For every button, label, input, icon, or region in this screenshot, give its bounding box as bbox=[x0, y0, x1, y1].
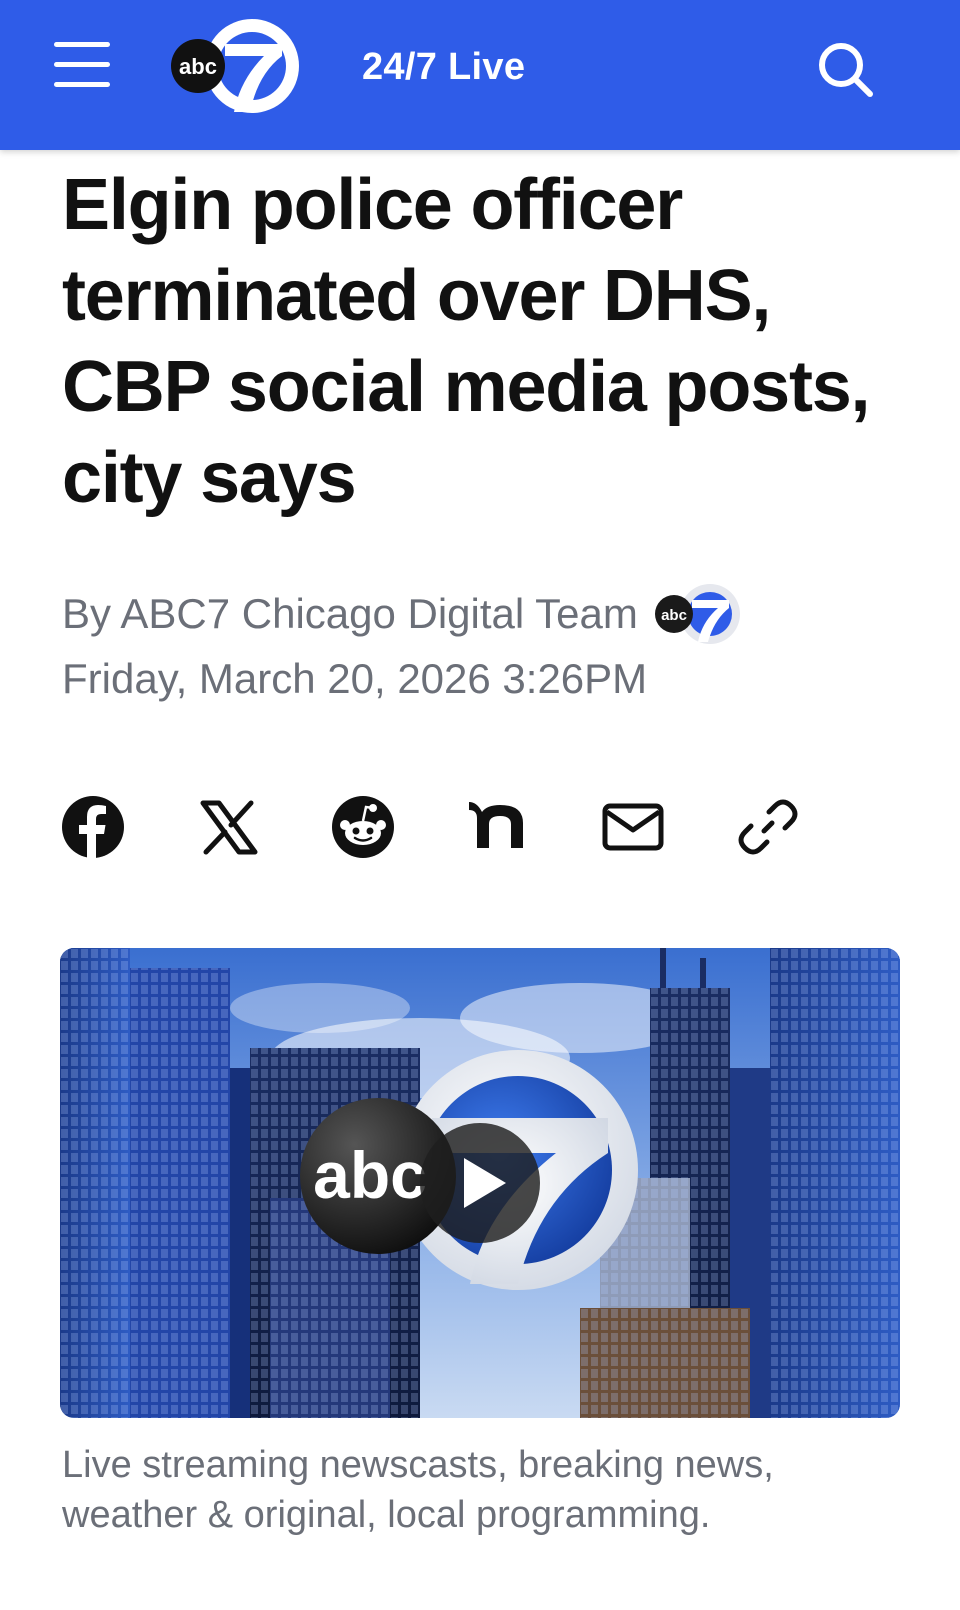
facebook-icon[interactable] bbox=[58, 792, 128, 862]
publish-date: Friday, March 20, 2026 3:26PM bbox=[62, 655, 648, 702]
search-icon[interactable] bbox=[814, 38, 878, 102]
abc7-logo[interactable]: abc bbox=[170, 18, 300, 118]
live-video-player[interactable]: abc bbox=[60, 948, 900, 1418]
byline: By ABC7 Chicago Digital Team abc bbox=[62, 582, 744, 646]
live-stream-link[interactable]: 24/7 Live bbox=[362, 46, 525, 89]
reddit-icon[interactable] bbox=[328, 792, 398, 862]
x-icon[interactable] bbox=[193, 792, 263, 862]
byline-author: By ABC7 Chicago Digital Team bbox=[62, 590, 638, 637]
video-thumbnail: abc bbox=[60, 948, 900, 1418]
video-caption: Live streaming newscasts, breaking news,… bbox=[62, 1444, 774, 1536]
article-headline: Elgin police officer terminated over DHS… bbox=[62, 165, 871, 518]
svg-text:abc: abc bbox=[661, 607, 687, 624]
share-bar bbox=[58, 792, 818, 862]
nextdoor-icon[interactable] bbox=[463, 792, 533, 862]
play-icon[interactable] bbox=[420, 1123, 540, 1243]
video-logo-abc-text: abc bbox=[313, 1138, 427, 1212]
site-header: abc 24/7 Live bbox=[0, 0, 960, 150]
logo-abc-text: abc bbox=[179, 54, 217, 79]
author-avatar-logo: abc bbox=[654, 584, 740, 644]
email-icon[interactable] bbox=[598, 792, 668, 862]
copy-link-icon[interactable] bbox=[733, 792, 803, 862]
hamburger-menu-icon[interactable] bbox=[50, 36, 114, 92]
